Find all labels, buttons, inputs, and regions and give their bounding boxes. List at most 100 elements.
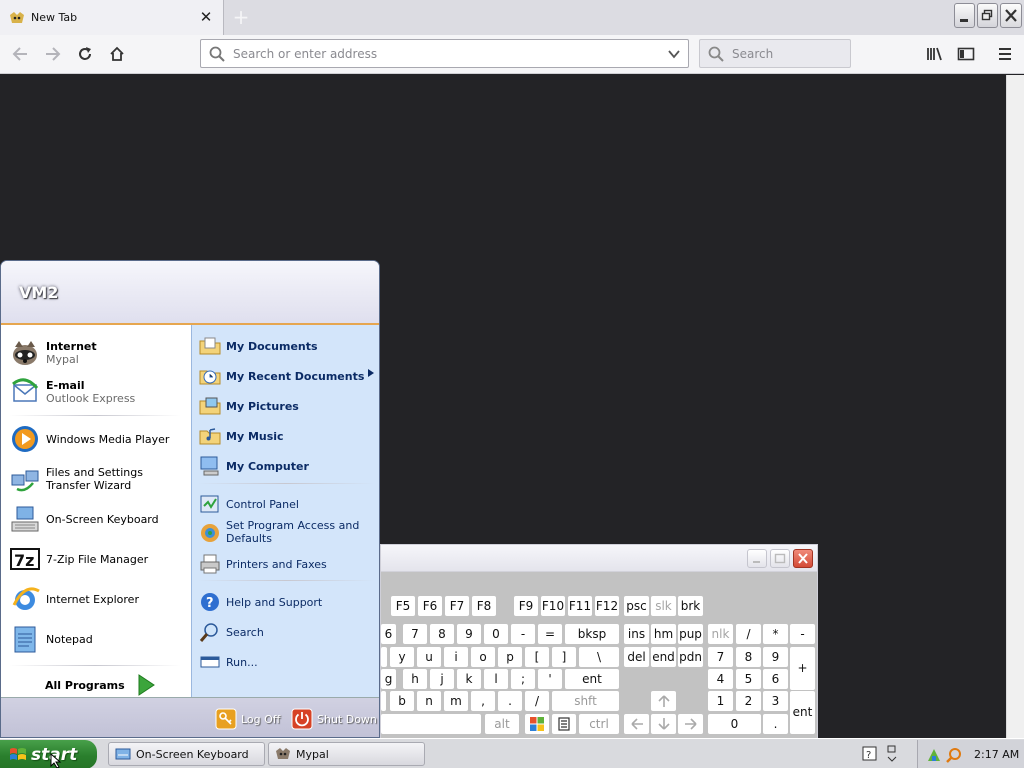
close-tab-icon[interactable]: ✕ xyxy=(198,9,214,25)
key-period[interactable]: . xyxy=(498,691,522,711)
home-button[interactable] xyxy=(104,42,130,66)
place-my-documents[interactable]: My Documents xyxy=(199,335,318,357)
key-l[interactable]: l xyxy=(484,669,508,689)
program-7zip[interactable]: 7z 7-Zip File Manager xyxy=(9,543,148,575)
key-equals[interactable]: = xyxy=(538,624,562,644)
key-menu[interactable] xyxy=(552,714,576,734)
key-end[interactable]: end xyxy=(651,647,676,667)
key-backspace[interactable]: bksp xyxy=(565,624,619,644)
key-arrow-left[interactable] xyxy=(624,714,649,734)
search-input[interactable] xyxy=(732,45,842,63)
program-files-settings-transfer[interactable]: Files and Settings Transfer Wizard xyxy=(9,463,181,495)
key-minus[interactable]: - xyxy=(511,624,535,644)
program-internet-explorer[interactable]: Internet Explorer xyxy=(9,583,139,615)
key-u[interactable]: u xyxy=(417,647,441,667)
key-quote[interactable]: ' xyxy=(538,669,562,689)
restore-tray-icon[interactable] xyxy=(885,745,899,763)
key-slk[interactable]: slk xyxy=(651,596,676,616)
address-input[interactable] xyxy=(233,45,653,63)
key-f12[interactable]: F12 xyxy=(595,596,619,616)
key-t-partial[interactable] xyxy=(381,647,387,667)
key-space[interactable] xyxy=(381,714,481,734)
key-open-bracket[interactable]: [ xyxy=(525,647,549,667)
key-f7[interactable]: F7 xyxy=(445,596,469,616)
key-j[interactable]: j xyxy=(430,669,454,689)
key-shift[interactable]: shft xyxy=(552,691,619,711)
key-arrow-right[interactable] xyxy=(678,714,703,734)
key-num-divide[interactable]: / xyxy=(736,624,761,644)
place-my-recent-documents[interactable]: My Recent Documents xyxy=(199,365,377,387)
key-num-plus[interactable]: + xyxy=(790,647,815,690)
log-off-button[interactable]: Log Off xyxy=(215,708,280,730)
task-on-screen-keyboard[interactable]: On-Screen Keyboard xyxy=(108,742,265,766)
search-tray-icon[interactable] xyxy=(946,747,962,763)
key-num-enter[interactable]: ent xyxy=(790,691,815,734)
key-num-7[interactable]: 7 xyxy=(708,647,733,667)
pinned-internet[interactable]: Internet Mypal xyxy=(9,337,97,369)
place-my-music[interactable]: My Music xyxy=(199,425,284,447)
osk-minimize-button[interactable] xyxy=(747,549,767,568)
key-f10[interactable]: F10 xyxy=(541,596,565,616)
key-y[interactable]: y xyxy=(390,647,414,667)
address-bar[interactable] xyxy=(200,39,689,68)
key-num-9[interactable]: 9 xyxy=(763,647,788,667)
key-num-6[interactable]: 6 xyxy=(763,669,788,689)
key-delete[interactable]: del xyxy=(624,647,649,667)
tab-new-tab[interactable]: New Tab ✕ xyxy=(0,0,224,35)
sidebar-button[interactable] xyxy=(953,42,979,66)
key-alt[interactable]: alt xyxy=(485,714,519,734)
key-num-1[interactable]: 1 xyxy=(708,691,733,711)
program-notepad[interactable]: Notepad xyxy=(9,623,93,655)
menu-button[interactable] xyxy=(992,42,1018,66)
place-my-computer[interactable]: My Computer xyxy=(199,455,309,477)
run-item[interactable]: Run... xyxy=(199,651,258,673)
key-num-3[interactable]: 3 xyxy=(763,691,788,711)
key-page-down[interactable]: pdn xyxy=(678,647,703,667)
key-num-lock[interactable]: nlk xyxy=(708,624,733,644)
help-tray-icon[interactable]: ? xyxy=(862,746,878,762)
key-o[interactable]: o xyxy=(471,647,495,667)
key-arrow-up[interactable] xyxy=(651,691,676,711)
key-b[interactable]: b xyxy=(390,691,414,711)
vertical-scrollbar[interactable] xyxy=(1006,75,1024,738)
system-printers-and-faxes[interactable]: Printers and Faxes xyxy=(199,553,327,575)
reload-button[interactable] xyxy=(72,42,98,66)
restore-window-button[interactable] xyxy=(977,3,998,28)
minimize-window-button[interactable] xyxy=(954,3,975,28)
key-brk[interactable]: brk xyxy=(678,596,703,616)
key-home[interactable]: hm xyxy=(651,624,676,644)
key-f5[interactable]: F5 xyxy=(391,596,415,616)
key-semicolon[interactable]: ; xyxy=(511,669,535,689)
key-psc[interactable]: psc xyxy=(624,596,649,616)
key-8[interactable]: 8 xyxy=(430,624,454,644)
key-f6[interactable]: F6 xyxy=(418,596,442,616)
key-0[interactable]: 0 xyxy=(484,624,508,644)
key-page-up[interactable]: pup xyxy=(678,624,703,644)
system-set-program-access[interactable]: Set Program Access and Defaults xyxy=(199,519,379,545)
program-windows-media-player[interactable]: Windows Media Player xyxy=(9,423,169,455)
key-7[interactable]: 7 xyxy=(403,624,427,644)
key-m[interactable]: m xyxy=(444,691,468,711)
key-ctrl[interactable]: ctrl xyxy=(579,714,619,734)
all-programs-button[interactable]: All Programs xyxy=(45,674,155,696)
key-slash[interactable]: / xyxy=(525,691,549,711)
key-9[interactable]: 9 xyxy=(457,624,481,644)
new-tab-plus-icon[interactable]: + xyxy=(232,7,250,27)
key-num-minus[interactable]: - xyxy=(790,624,815,644)
key-v-partial[interactable] xyxy=(381,691,386,711)
key-insert[interactable]: ins xyxy=(624,624,649,644)
key-p[interactable]: p xyxy=(498,647,522,667)
key-num-decimal[interactable]: . xyxy=(763,714,788,734)
shut-down-button[interactable]: Shut Down xyxy=(291,708,377,730)
program-on-screen-keyboard[interactable]: On-Screen Keyboard xyxy=(9,503,159,535)
search-item[interactable]: Search xyxy=(199,621,264,643)
back-button[interactable] xyxy=(7,42,33,66)
key-close-bracket[interactable]: ] xyxy=(552,647,576,667)
key-n[interactable]: n xyxy=(417,691,441,711)
key-f11[interactable]: F11 xyxy=(568,596,592,616)
key-num-8[interactable]: 8 xyxy=(736,647,761,667)
pinned-email[interactable]: E-mail Outlook Express xyxy=(9,376,135,408)
key-f8[interactable]: F8 xyxy=(472,596,496,616)
search-bar[interactable] xyxy=(699,39,851,68)
key-g[interactable]: g xyxy=(381,669,396,689)
